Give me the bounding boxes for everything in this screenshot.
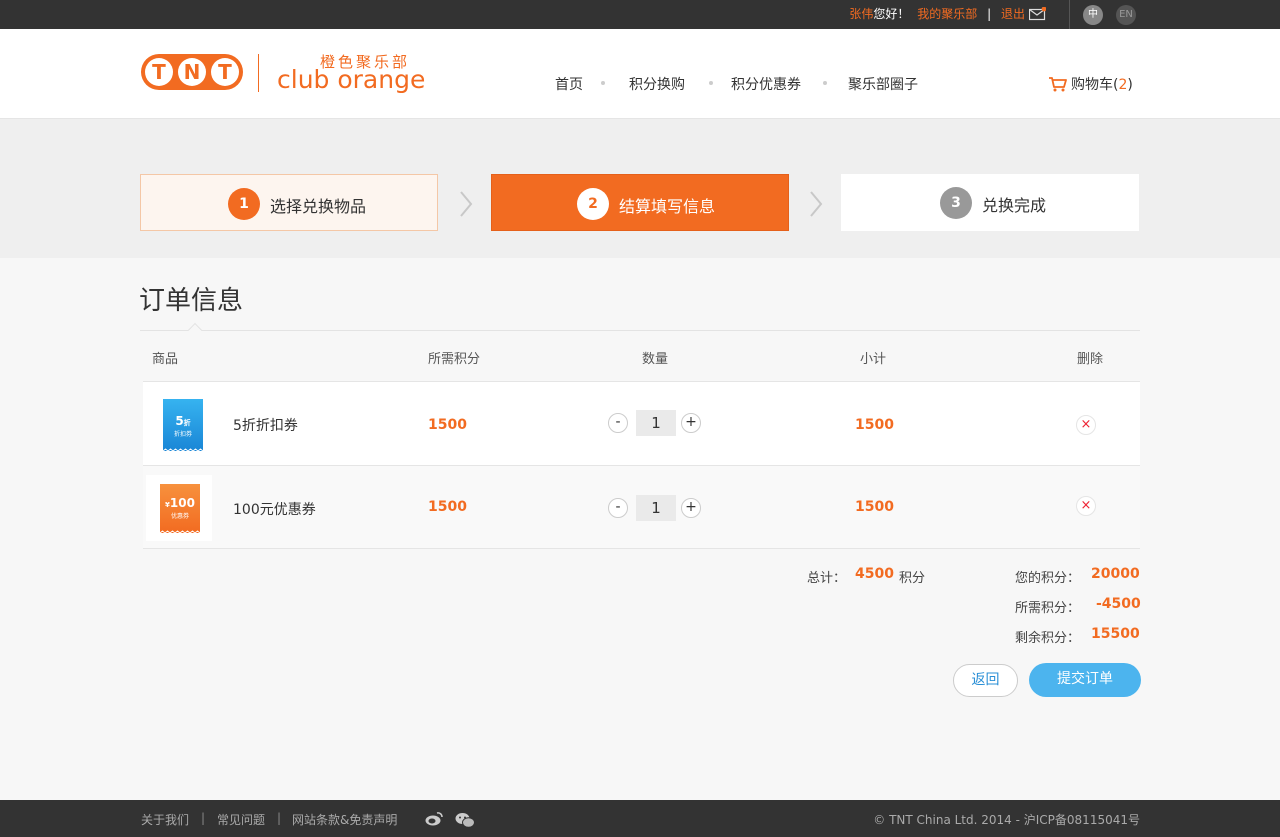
logo-en-text: club orange — [277, 65, 426, 94]
step-complete: 3 兑换完成 — [841, 174, 1139, 231]
svg-text:¥100: ¥100 — [165, 496, 195, 510]
lang-en-button[interactable]: EN — [1116, 5, 1136, 25]
step-label: 选择兑换物品 — [270, 197, 367, 216]
cart-link[interactable]: 购物车(2) — [1048, 74, 1133, 94]
lang-cn-button[interactable]: 中 — [1083, 5, 1103, 25]
footer-link-about[interactable]: 关于我们 — [141, 811, 189, 828]
your-points-value: 20000 — [1091, 566, 1140, 582]
nav-club-circle[interactable]: 聚乐部圈子 — [848, 74, 918, 94]
close-icon[interactable]: × — [1076, 415, 1096, 435]
remaining-points-value: 15500 — [1091, 626, 1140, 642]
qty-input[interactable]: 1 — [636, 410, 676, 436]
footer-link-faq[interactable]: 常见问题 — [217, 811, 265, 828]
step-checkout-info: 2 结算填写信息 — [491, 174, 789, 231]
svg-text:N: N — [184, 60, 201, 84]
nav-points-coupon[interactable]: 积分优惠券 — [731, 74, 801, 94]
topbar-divider — [1069, 0, 1070, 29]
svg-text:折扣券: 折扣券 — [174, 430, 192, 438]
user-greeting: 张伟您好！ 我的聚乐部 | 退出 — [849, 0, 1025, 29]
table-row: 5折 折扣券 5折折扣券 1500 - 1 + 1500 × — [143, 381, 1140, 465]
discount-coupon-image: 5折 折扣券 — [162, 399, 204, 452]
qty-minus-button[interactable]: - — [608, 413, 628, 433]
cart-paren-close: ) — [1127, 77, 1133, 93]
footer: 关于我们 | 常见问题 | 网站条款&免责声明 © TNT China Ltd.… — [0, 800, 1280, 837]
svg-text:T: T — [152, 60, 166, 84]
cart-label: 购物车 — [1071, 77, 1113, 93]
footer-separator: | — [277, 811, 282, 825]
nav-dot — [601, 81, 605, 85]
product-name[interactable]: 5折折扣券 — [233, 415, 298, 435]
table-row: ¥100 优惠券 100元优惠券 1500 - 1 + 1500 × — [143, 465, 1140, 549]
product-subtotal: 1500 — [855, 499, 894, 515]
step-number: 2 — [577, 188, 609, 220]
back-button[interactable]: 返回 — [953, 664, 1018, 697]
svg-text:优惠券: 优惠券 — [171, 512, 189, 520]
qty-input[interactable]: 1 — [636, 495, 676, 521]
nav-home[interactable]: 首页 — [555, 74, 583, 94]
step-number: 1 — [228, 188, 260, 220]
product-thumbnail[interactable]: 5折 折扣券 — [146, 391, 212, 457]
copyright: © TNT China Ltd. 2014 - 沪ICP备08115041号 — [873, 813, 1140, 827]
product-name[interactable]: 100元优惠券 — [233, 499, 316, 519]
footer-separator: | — [201, 811, 206, 825]
title-notch — [187, 322, 203, 338]
step-label: 兑换完成 — [982, 196, 1047, 215]
header-delete: 删除 — [1077, 352, 1104, 367]
submit-order-button[interactable]: 提交订单 — [1029, 663, 1141, 697]
product-points: 1500 — [428, 499, 467, 515]
product-points: 1500 — [428, 417, 467, 433]
nav-dot — [823, 81, 827, 85]
qty-minus-button[interactable]: - — [608, 498, 628, 518]
greeting-text: 您好！ — [873, 7, 910, 21]
top-bar: 张伟您好！ 我的聚乐部 | 退出 中 EN — [0, 0, 1280, 29]
step-number: 3 — [940, 187, 972, 219]
wechat-icon[interactable] — [455, 812, 475, 828]
close-icon[interactable]: × — [1076, 496, 1096, 516]
chevron-right-icon — [460, 191, 473, 217]
your-points-label: 您的积分： — [1015, 571, 1081, 586]
nav-dot — [709, 81, 713, 85]
header: T N T 橙色聚乐部 club orange 首页 积分换购 积分优惠券 聚乐… — [0, 29, 1280, 119]
svg-text:T: T — [218, 60, 232, 84]
username: 张伟 — [849, 7, 874, 21]
header-product: 商品 — [152, 352, 179, 367]
header-quantity: 数量 — [642, 352, 669, 367]
chevron-right-icon — [810, 191, 823, 217]
topbar-separator: | — [987, 7, 992, 21]
weibo-icon[interactable] — [425, 811, 443, 826]
my-club-link[interactable]: 我的聚乐部 — [917, 7, 977, 21]
mail-icon[interactable] — [1029, 7, 1046, 21]
header-subtotal: 小计 — [860, 352, 887, 367]
page-title: 订单信息 — [139, 286, 244, 316]
title-divider — [140, 330, 1140, 331]
nav-points-exchange[interactable]: 积分换购 — [629, 74, 685, 94]
remaining-points-label: 剩余积分： — [1015, 631, 1081, 646]
tnt-logo[interactable]: T N T — [140, 53, 244, 93]
step-select-items: 1 选择兑换物品 — [140, 174, 438, 231]
required-points-label: 所需积分： — [1015, 601, 1081, 616]
total-label: 总计： — [807, 571, 847, 586]
required-points-value: -4500 — [1096, 596, 1141, 612]
header-points: 所需积分 — [428, 352, 481, 367]
logout-link[interactable]: 退出 — [1001, 7, 1025, 21]
logo-divider — [258, 54, 259, 92]
qty-plus-button[interactable]: + — [681, 498, 701, 518]
product-subtotal: 1500 — [855, 417, 894, 433]
step-label: 结算填写信息 — [619, 197, 716, 216]
product-thumbnail[interactable]: ¥100 优惠券 — [146, 475, 212, 541]
qty-plus-button[interactable]: + — [681, 413, 701, 433]
cart-icon — [1049, 77, 1067, 92]
total-unit: 积分 — [899, 571, 926, 586]
footer-link-terms[interactable]: 网站条款&免责声明 — [292, 811, 397, 828]
cash-coupon-image: ¥100 优惠券 — [159, 484, 201, 534]
total-value: 4500 — [855, 566, 894, 582]
